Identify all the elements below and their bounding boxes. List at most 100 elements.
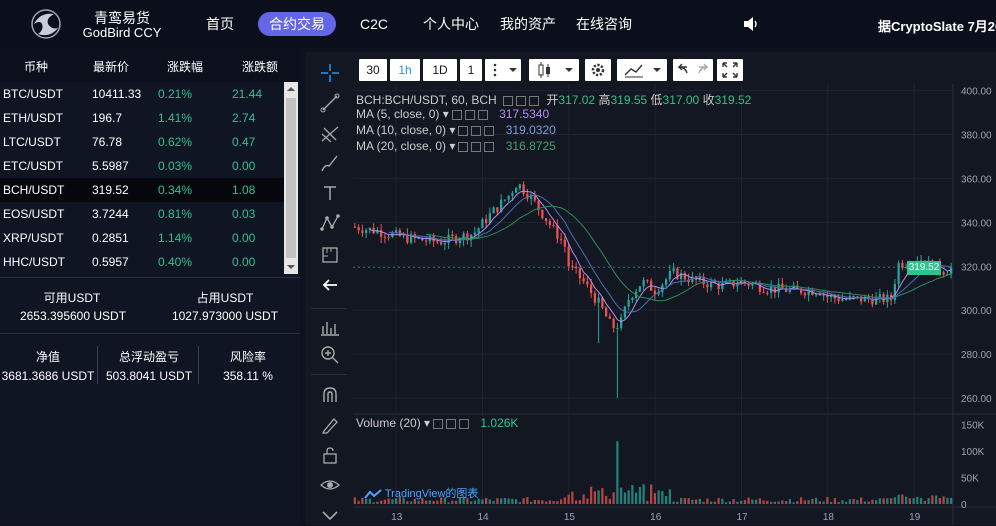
candle-body <box>612 318 615 329</box>
volume-bar <box>912 498 915 504</box>
volume-bar <box>533 499 536 504</box>
interval-1h-button[interactable]: 1h <box>390 59 420 81</box>
ma5-settings-icon[interactable] <box>464 109 475 120</box>
measure-icon[interactable] <box>319 244 341 266</box>
candle-body <box>631 297 634 300</box>
legend-hide-icon[interactable] <box>503 95 514 106</box>
market-row-bch-usdt[interactable]: BCH/USDT 319.52 0.34% 1.08 <box>0 178 284 202</box>
nav-c2c[interactable]: C2C <box>356 12 392 36</box>
chevron-down-icon[interactable] <box>319 504 341 526</box>
market-row-etc-usdt[interactable]: ETC/USDT 5.5987 0.03% 0.00 <box>0 154 284 178</box>
pitchfork-icon[interactable] <box>319 122 341 144</box>
scroll-up-arrow-icon[interactable] <box>284 82 298 96</box>
volume-bar <box>526 497 529 504</box>
candle-body <box>365 229 368 233</box>
volume-hide-icon[interactable] <box>433 418 444 429</box>
announcement-marquee[interactable]: 据CryptoSlate 7月26日 <box>878 16 996 35</box>
ma5-close-icon[interactable] <box>477 109 488 120</box>
ma10-hide-icon[interactable] <box>458 125 469 136</box>
volume-bar <box>597 490 600 504</box>
crosshair-icon[interactable] <box>319 62 341 84</box>
candle-body <box>578 268 581 279</box>
ma10-close-icon[interactable] <box>484 125 495 136</box>
arrow-left-icon[interactable] <box>319 274 341 296</box>
price-axis-label: 320.00 <box>961 262 992 273</box>
candle-body <box>845 299 848 301</box>
candle-body <box>593 293 596 303</box>
market-row-hhc-usdt[interactable]: HHC/USDT 0.5957 0.40% 0.00 <box>0 250 284 274</box>
text-tool-icon[interactable] <box>319 182 341 204</box>
volume-settings-icon[interactable] <box>446 418 457 429</box>
fullscreen-icon[interactable] <box>717 59 743 81</box>
market-scrollbar[interactable] <box>284 82 298 274</box>
candle-body <box>507 195 510 200</box>
candle-body <box>706 284 709 288</box>
ma20-settings-icon[interactable] <box>471 141 482 152</box>
nav-my-assets[interactable]: 我的资产 <box>497 12 559 36</box>
volume-bar <box>590 486 593 504</box>
volume-label: Volume (20) <box>356 416 421 430</box>
market-row-ltc-usdt[interactable]: LTC/USDT 76.78 0.62% 0.47 <box>0 130 284 154</box>
scrollbar-thumb[interactable] <box>286 98 296 258</box>
high-value: 319.55 <box>610 93 648 107</box>
lock-icon[interactable] <box>319 444 341 466</box>
time-axis-label: 18 <box>823 512 835 523</box>
nav-online-consult[interactable]: 在线咨询 <box>573 12 635 36</box>
volume-bar <box>916 496 919 504</box>
ma5-hide-icon[interactable] <box>451 109 462 120</box>
interval-1-button[interactable]: 1 <box>460 59 482 81</box>
candle-body <box>638 286 641 292</box>
volume-bar <box>743 500 746 504</box>
volume-bar <box>455 500 458 504</box>
godbird-logo-icon[interactable] <box>28 8 64 40</box>
interval-more-dropdown-icon[interactable] <box>485 59 521 81</box>
legend-settings-icon[interactable] <box>516 95 527 106</box>
row-symbol: EOS/USDT <box>3 207 65 221</box>
time-axis-label: 13 <box>391 512 403 523</box>
volume-bar <box>863 501 866 504</box>
interval-30-button[interactable]: 30 <box>359 59 387 81</box>
volume-bar <box>593 491 596 504</box>
equity-label: 净值 <box>35 350 60 364</box>
candle-body <box>608 316 611 319</box>
ma10-value: 319.0320 <box>505 123 556 137</box>
indicators-dropdown-icon[interactable] <box>617 59 667 81</box>
lock-pencil-icon[interactable] <box>319 414 341 436</box>
candle-style-dropdown-icon[interactable] <box>529 59 579 81</box>
market-row-btc-usdt[interactable]: BTC/USDT 10411.33 0.21% 21.44 <box>0 82 284 106</box>
tradingview-branding[interactable]: TradingView的图表 <box>364 485 478 501</box>
pattern-icon[interactable] <box>319 212 341 234</box>
market-row-eth-usdt[interactable]: ETH/USDT 196.7 1.41% 2.74 <box>0 106 284 130</box>
zoom-in-icon[interactable] <box>319 344 341 366</box>
candle-body <box>590 284 593 294</box>
ma20-hide-icon[interactable] <box>458 141 469 152</box>
brand-name-en[interactable]: GodBird CCY <box>82 25 162 40</box>
volume-bar <box>503 497 506 504</box>
row-symbol: ETC/USDT <box>3 159 63 173</box>
vertical-separator <box>97 346 98 384</box>
volume-bar <box>631 484 634 504</box>
volume-bar <box>552 501 555 504</box>
volume-close-icon[interactable] <box>459 418 470 429</box>
trend-line-icon[interactable] <box>319 92 341 114</box>
scroll-down-arrow-icon[interactable] <box>284 260 298 274</box>
interval-1d-button[interactable]: 1D <box>423 59 457 81</box>
nav-home[interactable]: 首页 <box>200 12 240 36</box>
ma10-settings-icon[interactable] <box>471 125 482 136</box>
nav-contract-trading[interactable]: 合约交易 <box>258 12 336 36</box>
volume-bar <box>773 501 776 504</box>
last-price-tag: 319.52 <box>907 261 941 275</box>
settings-gear-icon[interactable] <box>585 59 611 81</box>
market-row-eos-usdt[interactable]: EOS/USDT 3.7244 0.81% 0.03 <box>0 202 284 226</box>
undo-redo-icon[interactable] <box>673 59 713 81</box>
candle-body <box>541 209 544 219</box>
legend-close-icon[interactable] <box>529 95 540 106</box>
nav-personal-center[interactable]: 个人中心 <box>420 12 482 36</box>
ma20-close-icon[interactable] <box>484 141 495 152</box>
brush-icon[interactable] <box>319 152 341 174</box>
magnet-icon[interactable] <box>319 384 341 406</box>
eye-icon[interactable] <box>319 474 341 496</box>
row-change-pct: 0.34% <box>158 183 193 197</box>
market-row-xrp-usdt[interactable]: XRP/USDT 0.2851 1.14% 0.00 <box>0 226 284 250</box>
indicator-bars-icon[interactable] <box>319 316 341 338</box>
